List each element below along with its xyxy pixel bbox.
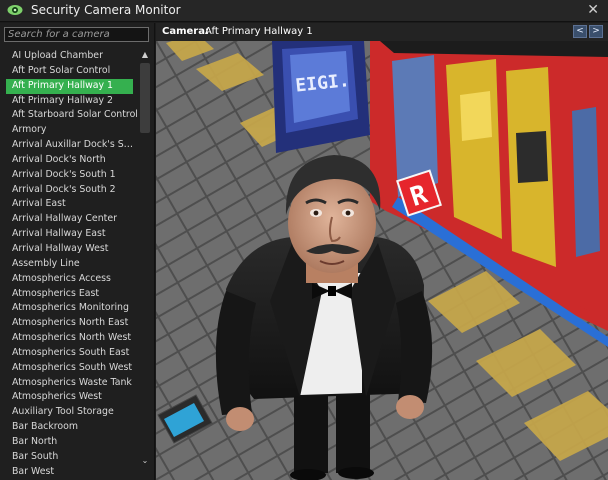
camera-list-item[interactable]: Atmospherics Monitoring: [0, 301, 138, 316]
window-title: Security Camera Monitor: [31, 3, 181, 17]
camera-list-item[interactable]: Arrival Dock's South 1: [0, 168, 138, 183]
camera-list-item[interactable]: Armory: [0, 123, 138, 138]
camera-list-item[interactable]: Arrival Dock's North: [0, 153, 138, 168]
camera-feed[interactable]: EIGI. R: [156, 41, 608, 480]
camera-header: Camera: Aft Primary Hallway 1 < >: [156, 23, 608, 41]
previous-camera-button[interactable]: <: [573, 25, 587, 38]
camera-list-item[interactable]: Arrival Hallway West: [0, 242, 138, 257]
scroll-up-icon[interactable]: ▲: [139, 49, 151, 61]
feed-scene: EIGI. R: [156, 41, 608, 480]
camera-list-item[interactable]: Arrival East: [0, 197, 138, 212]
camera-list-item[interactable]: Atmospherics South East: [0, 346, 138, 361]
next-camera-button[interactable]: >: [589, 25, 603, 38]
camera-list-item[interactable]: Arrival Auxillar Dock's So...: [0, 138, 138, 153]
camera-list-item[interactable]: Bar South: [0, 450, 138, 465]
camera-list-item[interactable]: Aft Primary Hallway 2: [0, 94, 138, 109]
camera-list: AI Upload Chamber Aft Port Solar Control A…: [0, 49, 138, 480]
camera-list-item[interactable]: Assembly Line: [0, 257, 138, 272]
camera-list-item[interactable]: Aft Port Solar Control: [0, 64, 138, 79]
wall-monitor: EIGI.: [272, 41, 370, 153]
camera-sidebar: AI Upload ChamberAft Port Solar ControlA…: [0, 23, 155, 480]
title-bar: Security Camera Monitor ✕: [0, 0, 608, 22]
camera-list-item[interactable]: Atmospherics South West: [0, 361, 138, 376]
eye-icon: [7, 5, 23, 15]
camera-label: Camera:: [162, 26, 209, 37]
close-icon[interactable]: ✕: [587, 2, 599, 18]
camera-viewer: Camera: Aft Primary Hallway 1 < > EIGI. …: [156, 23, 608, 480]
camera-list-item[interactable]: Atmospherics North East: [0, 316, 138, 331]
camera-list-item[interactable]: Arrival Hallway Center: [0, 212, 138, 227]
search-input[interactable]: [4, 27, 149, 42]
camera-list-item[interactable]: Bar North: [0, 435, 138, 450]
camera-name: Aft Primary Hallway 1: [205, 26, 313, 37]
camera-list-item[interactable]: AI Upload Chamber: [0, 49, 138, 64]
camera-list-item[interactable]: Atmospherics North West: [0, 331, 138, 346]
scroll-thumb[interactable]: [140, 63, 150, 133]
camera-list-item[interactable]: Atmospherics East: [0, 287, 138, 302]
camera-list-item[interactable]: Auxiliary Tool Storage: [0, 405, 138, 420]
camera-list-item[interactable]: Aft Primary Hallway 1: [6, 78, 133, 94]
scroll-down-icon[interactable]: ⌄: [139, 455, 151, 467]
camera-list-item[interactable]: Bar Backroom: [0, 420, 138, 435]
camera-list-item[interactable]: Arrival Dock's South 2: [0, 183, 138, 198]
camera-list-item[interactable]: Arrival Hallway East: [0, 227, 138, 242]
scrollbar[interactable]: ▲ ⌄: [139, 49, 151, 480]
camera-list-item[interactable]: Atmospherics West: [0, 390, 138, 405]
camera-list-item[interactable]: Atmospherics Access: [0, 272, 138, 287]
camera-list-item[interactable]: Bar West: [0, 465, 138, 480]
camera-list-item[interactable]: Aft Starboard Solar Control: [0, 108, 138, 123]
camera-list-item[interactable]: Atmospherics Waste Tank: [0, 376, 138, 391]
